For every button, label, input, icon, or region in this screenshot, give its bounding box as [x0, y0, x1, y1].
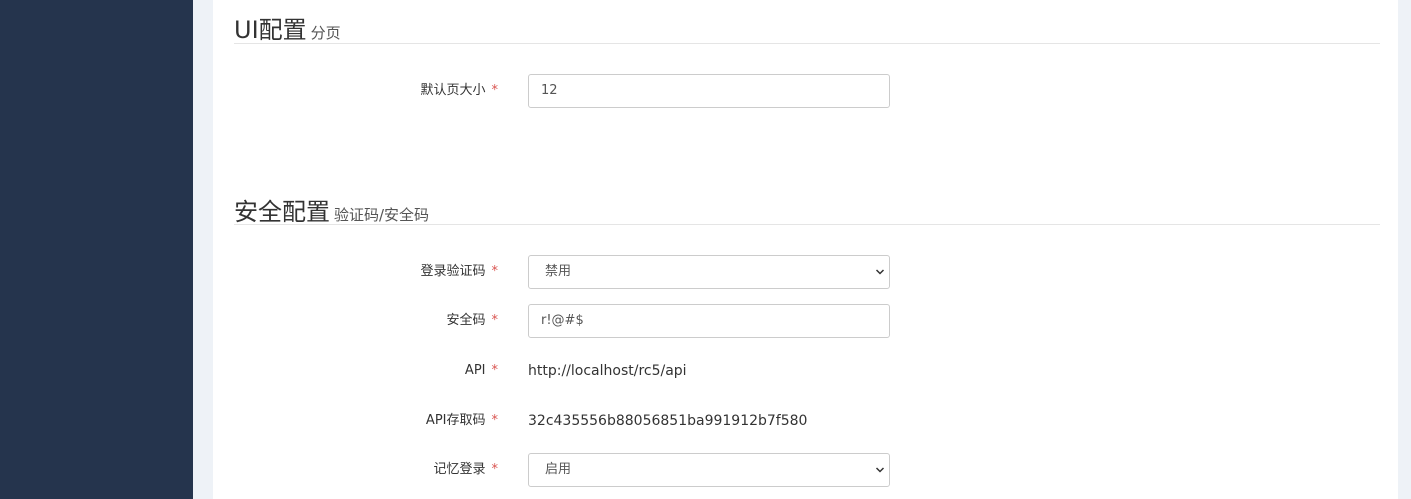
required-mark: * [491, 462, 499, 477]
login-captcha-label: 登录验证码 * [420, 264, 499, 279]
login-captcha-value: 禁用 [545, 264, 572, 279]
ui-config-title: UI配置 [234, 16, 307, 44]
chevron-down-icon [875, 269, 885, 275]
security-config-title: 安全配置 [234, 198, 330, 226]
api-access-code-value: 32c435556b88056851ba991912b7f580 [528, 413, 808, 429]
page-size-label: 默认页大小 * [420, 83, 499, 98]
required-mark: * [491, 313, 499, 328]
sidebar [0, 0, 193, 499]
api-url-value: http://localhost/rc5/api [528, 363, 687, 379]
security-code-row: 安全码 * r!@#$ [213, 304, 1398, 338]
remember-login-select[interactable]: 启用 [528, 453, 890, 487]
security-config-header: 安全配置 验证码/安全码 [234, 192, 1380, 226]
ui-config-subtitle: 分页 [310, 24, 341, 42]
api-access-code-label: API存取码 * [425, 413, 499, 428]
remember-login-row: 记忆登录 * 启用 [213, 453, 1398, 487]
required-mark: * [491, 363, 499, 378]
api-access-code-row: API存取码 * 32c435556b88056851ba991912b7f580 [213, 404, 1398, 438]
chevron-down-icon [875, 467, 885, 473]
page-size-row: 默认页大小 * 12 [213, 74, 1398, 108]
ui-config-header: UI配置 分页 [234, 10, 1380, 44]
security-code-label: 安全码 * [446, 313, 499, 328]
required-mark: * [491, 413, 499, 428]
required-mark: * [491, 264, 499, 279]
api-label: API * [464, 363, 499, 378]
security-code-input[interactable]: r!@#$ [528, 304, 890, 338]
login-captcha-select[interactable]: 禁用 [528, 255, 890, 289]
required-mark: * [491, 83, 499, 98]
remember-login-value: 启用 [545, 462, 572, 477]
remember-login-label: 记忆登录 * [433, 462, 499, 477]
page-size-input[interactable]: 12 [528, 74, 890, 108]
login-captcha-row: 登录验证码 * 禁用 [213, 255, 1398, 289]
main-content: UI配置 分页 默认页大小 * 12 安全配置 验证码/安全码 登录验证码 * 禁用 安… [213, 0, 1398, 499]
security-config-subtitle: 验证码/安全码 [334, 206, 430, 224]
api-row: API * http://localhost/rc5/api [213, 354, 1398, 388]
